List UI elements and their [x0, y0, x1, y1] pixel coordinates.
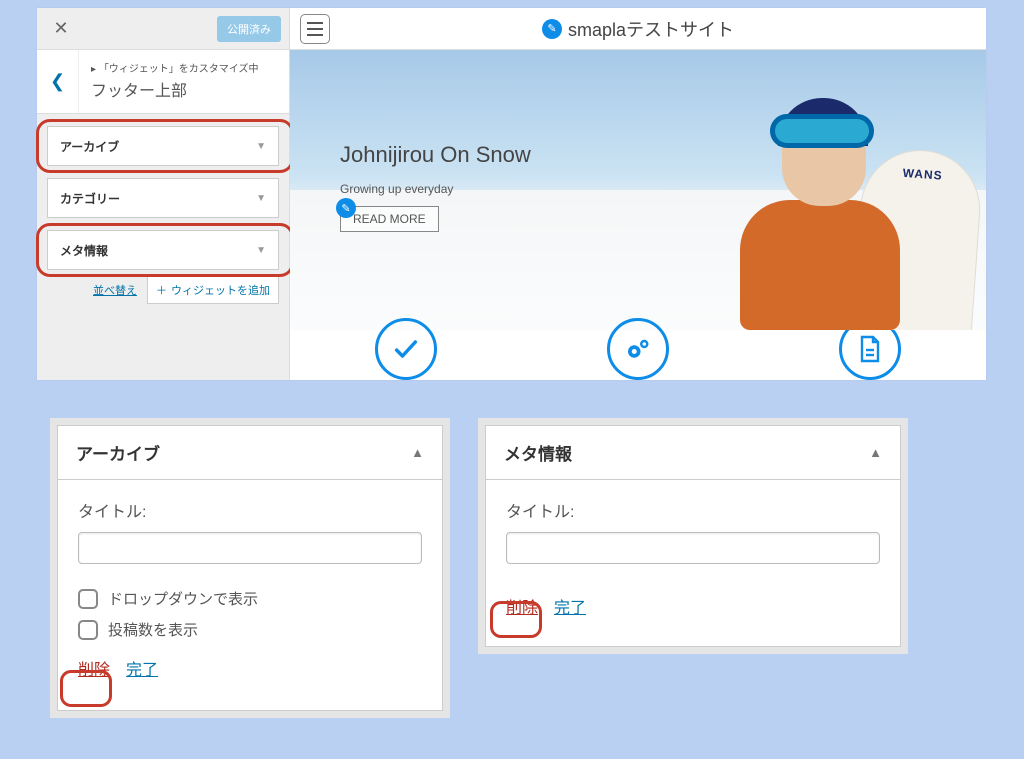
delete-link[interactable]: 削除	[506, 594, 538, 618]
widget-panel-meta: メタ情報 ▲ タイトル: 削除 完了	[478, 418, 908, 654]
feature-check-icon	[375, 318, 437, 380]
done-link[interactable]: 完了	[554, 594, 586, 618]
back-chevron-icon[interactable]: ❮	[37, 50, 79, 113]
chevron-down-icon: ▼	[256, 141, 266, 152]
site-title: ✎ smaplaテストサイト	[338, 16, 938, 42]
reorder-link[interactable]: 並べ替え	[93, 282, 137, 298]
customizer-screenshot: ✕ 公開済み ❮ ▸ 「ウィジェット」をカスタマイズ中 フッター上部 アーカイブ…	[37, 8, 986, 380]
widget-panel-archive: アーカイブ ▲ タイトル: ドロップダウンで表示 投稿数を表示 削除 完了	[50, 418, 450, 718]
checkbox-icon	[78, 589, 98, 609]
customizer-sidebar: ✕ 公開済み ❮ ▸ 「ウィジェット」をカスタマイズ中 フッター上部 アーカイブ…	[37, 8, 290, 380]
breadcrumb: ▸ 「ウィジェット」をカスタマイズ中	[91, 60, 259, 75]
field-label: タイトル:	[78, 498, 422, 522]
customizer-footer: 並べ替え ＋ ウィジェットを追加	[37, 270, 289, 314]
chevron-down-icon: ▼	[256, 245, 266, 256]
title-input[interactable]	[506, 532, 880, 564]
close-icon[interactable]: ✕	[45, 13, 77, 45]
hero-subtitle: Growing up everyday	[340, 182, 531, 196]
widget-label: カテゴリー	[60, 190, 120, 207]
checkbox-dropdown[interactable]: ドロップダウンで表示	[78, 588, 422, 609]
widget-label: メタ情報	[60, 242, 108, 259]
hamburger-icon[interactable]	[300, 14, 330, 44]
panel-title: アーカイブ	[76, 440, 160, 465]
panel-header[interactable]: メタ情報 ▲	[486, 426, 900, 480]
customizer-topbar: ✕ 公開済み	[37, 8, 289, 50]
checkbox-count[interactable]: 投稿数を表示	[78, 619, 422, 640]
feature-row	[290, 330, 986, 380]
title-input[interactable]	[78, 532, 422, 564]
publish-button[interactable]: 公開済み	[217, 16, 281, 42]
feature-gears-icon	[607, 318, 669, 380]
plus-icon: ＋	[156, 282, 167, 298]
widget-label: アーカイブ	[60, 138, 119, 155]
hero-illustration	[686, 80, 946, 330]
done-link[interactable]: 完了	[126, 656, 158, 680]
delete-link[interactable]: 削除	[78, 656, 110, 680]
preview-topbar: ✎ smaplaテストサイト	[290, 8, 986, 50]
widget-item-meta[interactable]: メタ情報 ▼	[47, 230, 279, 270]
section-title: フッター上部	[91, 77, 259, 101]
hero-section: Johnijirou On Snow Growing up everyday ✎…	[290, 50, 986, 330]
panel-title: メタ情報	[504, 440, 572, 465]
edit-pencil-icon[interactable]: ✎	[336, 198, 356, 218]
chevron-up-icon: ▲	[869, 445, 882, 460]
widget-item-archive[interactable]: アーカイブ ▼	[47, 126, 279, 166]
widget-list: アーカイブ ▼ カテゴリー ▼ メタ情報 ▼	[37, 114, 289, 270]
edit-pencil-icon[interactable]: ✎	[542, 19, 562, 39]
chevron-down-icon: ▼	[256, 193, 266, 204]
hero-title: Johnijirou On Snow	[340, 142, 531, 168]
customizer-header: ❮ ▸ 「ウィジェット」をカスタマイズ中 フッター上部	[37, 50, 289, 114]
add-widget-button[interactable]: ＋ ウィジェットを追加	[147, 276, 279, 304]
live-preview: ✎ smaplaテストサイト Johnijirou On Snow Growin…	[290, 8, 986, 380]
chevron-up-icon: ▲	[411, 445, 424, 460]
checkbox-icon	[78, 620, 98, 640]
field-label: タイトル:	[506, 498, 880, 522]
widget-item-category[interactable]: カテゴリー ▼	[47, 178, 279, 218]
panel-header[interactable]: アーカイブ ▲	[58, 426, 442, 480]
